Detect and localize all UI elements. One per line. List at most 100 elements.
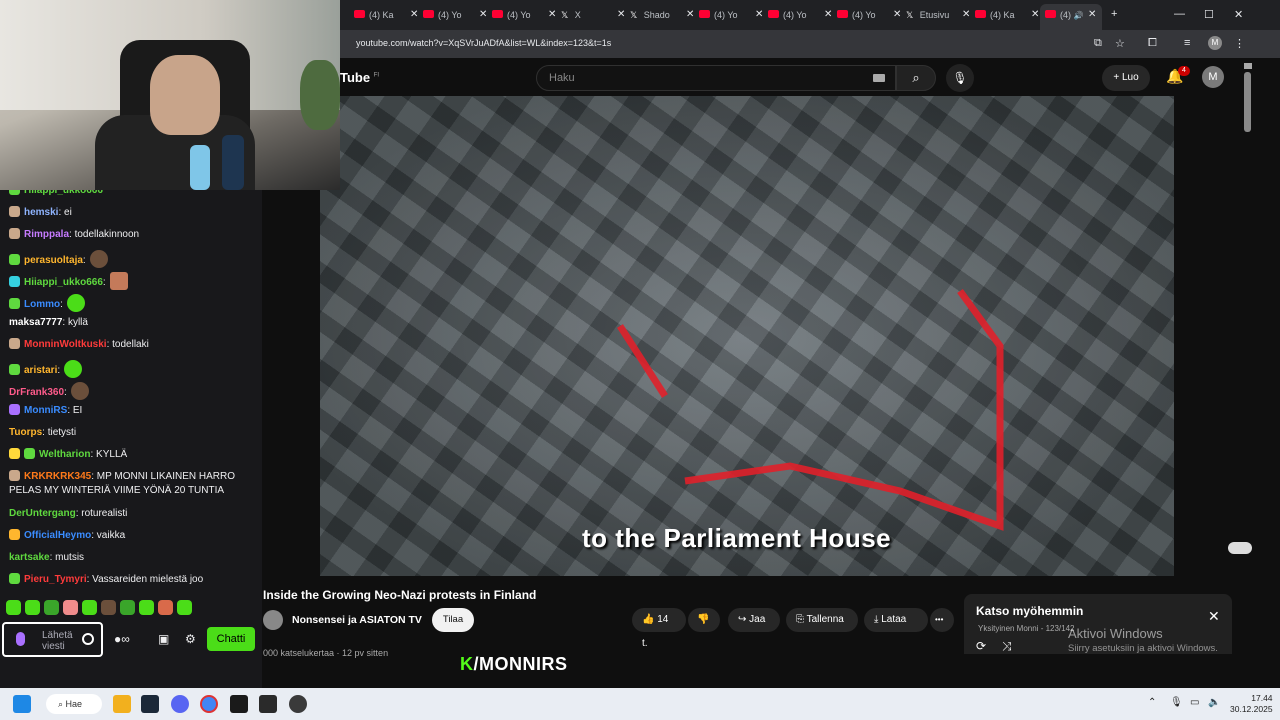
windows-start-icon[interactable] xyxy=(13,695,31,713)
chat-username[interactable]: Rimppala xyxy=(24,229,69,240)
steam-icon[interactable] xyxy=(141,695,159,713)
close-window-icon[interactable]: ✕ xyxy=(1234,8,1243,21)
new-tab-button[interactable]: + xyxy=(1111,8,1117,20)
shuffle-icon[interactable]: ⤨ xyxy=(1002,639,1012,654)
search-button[interactable]: ⌕ xyxy=(896,65,936,91)
close-tab-icon[interactable]: ✕ xyxy=(1088,4,1096,26)
discord-icon[interactable] xyxy=(171,695,189,713)
chrome-icon[interactable] xyxy=(200,695,218,713)
youtube-logo[interactable]: Tube FI xyxy=(340,70,379,85)
search-input[interactable]: Haku xyxy=(536,65,896,91)
video-player[interactable]: to the Parliament House xyxy=(320,96,1174,576)
chat-username[interactable]: MonniRS xyxy=(24,405,67,416)
chat-username[interactable]: maksa7777 xyxy=(9,317,62,328)
close-tab-icon[interactable]: ✕ xyxy=(1031,6,1039,24)
system-clock[interactable]: 17.44 30.12.2025 xyxy=(1230,693,1273,715)
close-tab-icon[interactable]: ✕ xyxy=(479,6,487,24)
browser-tab[interactable]: 𝕏 Etusivu ✕ xyxy=(906,6,970,24)
loop-icon[interactable]: ⟳ xyxy=(976,639,986,653)
video-description[interactable]: 000 katselukertaa · 12 pv sitten xyxy=(263,648,388,658)
chat-username[interactable]: perasuoltaja xyxy=(24,255,83,266)
tray-overflow-icon[interactable]: ⌃ xyxy=(1148,697,1156,708)
close-tab-icon[interactable]: ✕ xyxy=(893,6,901,24)
media-controls-icon[interactable]: ≡ xyxy=(1184,37,1190,49)
file-explorer-icon[interactable] xyxy=(113,695,131,713)
emote-icon[interactable] xyxy=(120,600,135,615)
speaker-icon[interactable]: 🔊 xyxy=(1074,11,1084,20)
account-avatar[interactable]: M xyxy=(1202,66,1224,88)
url-field[interactable]: youtube.com/watch?v=XqSVrJuADfA&list=WL&… xyxy=(356,38,611,48)
volume-icon[interactable]: 🔈 xyxy=(1208,697,1220,708)
close-tab-icon[interactable]: ✕ xyxy=(617,6,625,24)
ambient-mode-icon[interactable] xyxy=(1228,542,1252,554)
chat-username[interactable]: OfficialHeymo xyxy=(24,530,91,541)
chat-username[interactable]: aristari xyxy=(24,365,57,376)
browser-menu-icon[interactable]: ⋮ xyxy=(1234,37,1245,50)
taskbar-search[interactable]: ⌕ Hae xyxy=(46,694,102,714)
chat-username[interactable]: Pieru_Tymyri xyxy=(24,574,87,585)
emote-icon[interactable] xyxy=(158,600,173,615)
browser-tab-active[interactable]: (4) 🔊 ✕ xyxy=(1040,4,1102,30)
more-actions-button[interactable]: ••• xyxy=(930,608,954,632)
extensions-icon[interactable]: ⧠ xyxy=(1148,37,1157,50)
chat-username[interactable]: KRKRKRK345 xyxy=(24,471,91,482)
browser-tab[interactable]: (4) Ka ✕ xyxy=(354,6,418,24)
emote-icon[interactable] xyxy=(82,600,97,615)
chat-username[interactable]: MonninWoltkuski xyxy=(24,339,107,350)
close-tab-icon[interactable]: ✕ xyxy=(686,6,694,24)
microphone-icon[interactable]: 🎙 xyxy=(1170,697,1183,708)
emote-icon[interactable] xyxy=(101,600,116,615)
store-icon[interactable]: ▣ xyxy=(158,632,169,646)
chat-send-button[interactable]: Chatti xyxy=(207,627,255,651)
browser-tab[interactable]: 𝕏 Shado ✕ xyxy=(630,6,694,24)
chat-username[interactable]: hemski xyxy=(24,207,58,218)
points-icon[interactable]: ●∞ xyxy=(114,632,130,646)
chat-username[interactable]: Tuorps xyxy=(9,427,42,438)
close-tab-icon[interactable]: ✕ xyxy=(410,6,418,24)
browser-tab[interactable]: 𝕏 X ✕ xyxy=(561,6,625,24)
browser-tab[interactable]: (4) Yo ✕ xyxy=(837,6,901,24)
browser-tab[interactable]: (4) Ka ✕ xyxy=(975,6,1039,24)
browser-tab[interactable]: (4) Yo ✕ xyxy=(423,6,487,24)
close-tab-icon[interactable]: ✕ xyxy=(755,6,763,24)
subscribe-button[interactable]: Tilaa xyxy=(432,608,474,632)
download-button[interactable]: ⤓ Lataa xyxy=(864,608,928,632)
dislike-button[interactable]: 👎 xyxy=(688,608,720,632)
display-icon[interactable]: ▭ xyxy=(1190,697,1199,708)
chat-username[interactable]: kartsake xyxy=(9,552,50,563)
close-tab-icon[interactable]: ✕ xyxy=(548,6,556,24)
microphone-icon[interactable] xyxy=(16,632,25,646)
chat-username[interactable]: Lommo xyxy=(24,299,60,310)
browser-tab[interactable]: (4) Yo ✕ xyxy=(699,6,763,24)
chat-username[interactable]: Weltharion xyxy=(39,449,90,460)
create-button[interactable]: + Luo xyxy=(1102,65,1150,91)
browser-profile-avatar[interactable]: M xyxy=(1208,36,1222,50)
maximize-icon[interactable]: ☐ xyxy=(1204,8,1214,21)
voice-search-button[interactable]: 🎙 xyxy=(946,64,974,92)
share-button[interactable]: ↪ Jaa xyxy=(728,608,780,632)
keyboard-icon[interactable] xyxy=(873,74,885,82)
chat-input[interactable]: Lähetä viesti xyxy=(2,622,103,657)
app-icon[interactable] xyxy=(259,695,277,713)
emote-icon[interactable] xyxy=(6,600,21,615)
close-tab-icon[interactable]: ✕ xyxy=(824,6,832,24)
emote-icon[interactable] xyxy=(177,600,192,615)
like-button[interactable]: 👍 14 t. xyxy=(632,608,686,649)
channel-avatar[interactable] xyxy=(263,610,283,630)
emote-icon[interactable] xyxy=(63,600,78,615)
close-tab-icon[interactable]: ✕ xyxy=(962,6,970,24)
cast-icon[interactable]: ⧉ xyxy=(1094,37,1102,50)
chat-username[interactable]: DerUntergang xyxy=(9,508,76,519)
settings-gear-icon[interactable]: ⚙ xyxy=(185,632,196,646)
emoji-icon[interactable] xyxy=(82,633,94,645)
close-icon[interactable]: ✕ xyxy=(1208,608,1220,625)
browser-tab[interactable]: (4) Yo ✕ xyxy=(492,6,556,24)
minimize-icon[interactable]: — xyxy=(1174,8,1185,20)
chat-username[interactable]: DrFrank360 xyxy=(9,387,64,398)
channel-name[interactable]: Nonsensei ja ASIATON TV xyxy=(292,614,422,626)
emote-icon[interactable] xyxy=(25,600,40,615)
bookmark-star-icon[interactable]: ☆ xyxy=(1115,37,1125,50)
browser-tab[interactable]: (4) Yo ✕ xyxy=(768,6,832,24)
save-button[interactable]: ⎘ Tallenna xyxy=(786,608,858,632)
obs-icon[interactable] xyxy=(289,695,307,713)
